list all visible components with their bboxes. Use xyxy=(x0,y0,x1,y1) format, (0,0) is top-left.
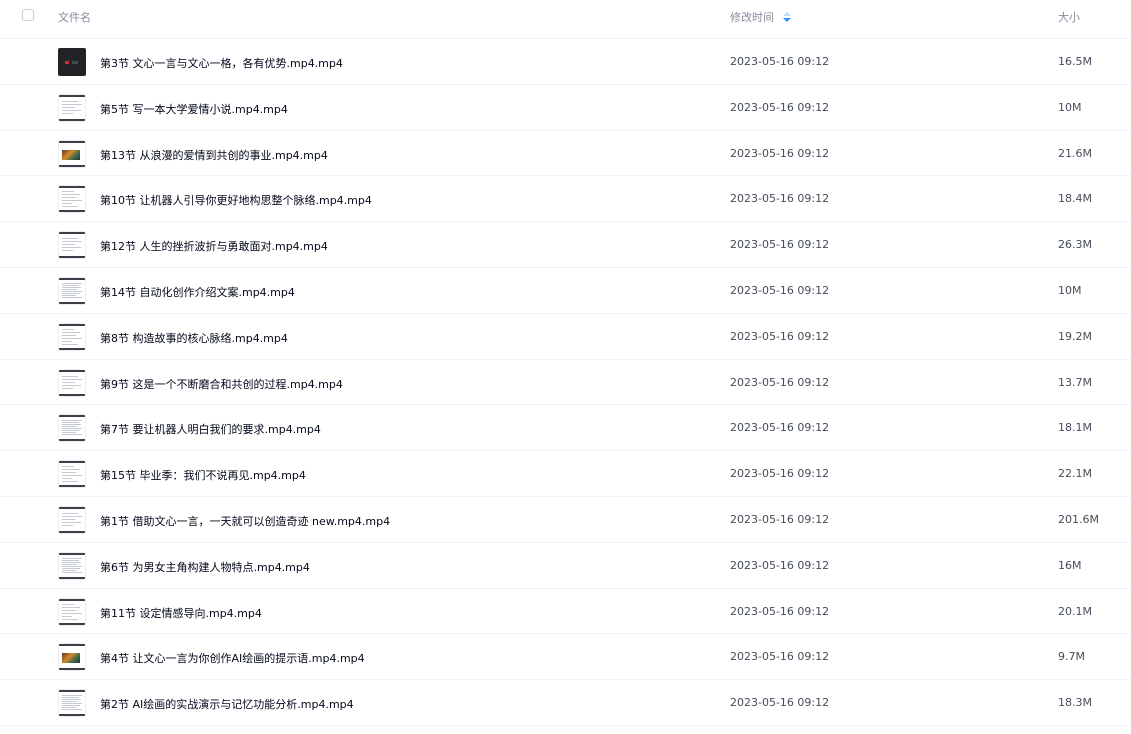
table-row[interactable]: 第10节 让机器人引导你更好地构思整个脉络.mp4.mp4 2023-05-16 … xyxy=(0,176,1131,223)
file-name[interactable]: 第15节 毕业季：我们不说再见.mp4.mp4 xyxy=(100,467,306,483)
file-modified-time: 2023-05-16 09:12 xyxy=(730,512,830,526)
file-name[interactable]: 第12节 人生的挫折波折与勇敢面对.mp4.mp4 xyxy=(100,238,328,254)
file-modified-time: 2023-05-16 09:12 xyxy=(730,558,830,572)
file-name[interactable]: 第9节 这是一个不断磨合和共创的过程.mp4.mp4 xyxy=(100,376,343,392)
file-name[interactable]: 第11节 设定情感导向.mp4.mp4 xyxy=(100,605,262,621)
file-size: 26.3M xyxy=(1058,238,1092,252)
file-table: 文件名 修改时间 大小 第3节 文心一言与文心一格，各有优势.mp4.mp4 20… xyxy=(0,0,1131,734)
table-row[interactable]: 第11节 设定情感导向.mp4.mp4 2023-05-16 09:12 20.1M xyxy=(0,589,1131,635)
file-modified-time: 2023-05-16 09:12 xyxy=(730,55,830,68)
file-size: 21.6M xyxy=(1058,146,1092,160)
table-row[interactable]: 第12节 人生的挫折波折与勇敢面对.mp4.mp4 2023-05-16 09:1… xyxy=(0,222,1131,268)
file-size: 16M xyxy=(1058,558,1082,572)
file-size: 9.7M xyxy=(1058,650,1085,664)
file-modified-time: 2023-05-16 09:12 xyxy=(730,421,830,435)
video-thumbnail-icon[interactable] xyxy=(58,368,86,397)
file-name[interactable]: 第6节 为男女主角构建人物特点.mp4.mp4 xyxy=(100,559,310,575)
video-thumbnail-icon[interactable] xyxy=(58,139,86,168)
file-name[interactable]: 第14节 自动化创作介绍文案.mp4.mp4 xyxy=(100,284,295,300)
file-size: 22.1M xyxy=(1058,467,1092,481)
file-modified-time: 2023-05-16 09:12 xyxy=(730,192,830,206)
video-thumbnail-icon[interactable] xyxy=(58,185,86,214)
table-row[interactable]: 第8节 构造故事的核心脉络.mp4.mp4 2023-05-16 09:12 19.… xyxy=(0,314,1131,360)
file-name[interactable]: 第5节 写一本大学爱情小说.mp4.mp4 xyxy=(100,101,288,117)
file-modified-time: 2023-05-16 09:12 xyxy=(730,238,830,252)
file-modified-time: 2023-05-16 09:12 xyxy=(730,375,830,389)
video-thumbnail-icon[interactable] xyxy=(58,322,86,351)
table-row[interactable]: 第13节 从浪漫的爱情到共创的事业.mp4.mp4 2023-05-16 09:1… xyxy=(0,131,1131,177)
table-row[interactable]: 第7节 要让机器人明白我们的要求.mp4.mp4 2023-05-16 09:12… xyxy=(0,405,1131,452)
file-name[interactable]: 第2节 AI绘画的实战演示与记忆功能分析.mp4.mp4 xyxy=(100,696,354,712)
column-header-size[interactable]: 大小 xyxy=(1058,9,1080,25)
column-header-time[interactable]: 修改时间 xyxy=(730,9,791,25)
file-list: 第3节 文心一言与文心一格，各有优势.mp4.mp4 2023-05-16 09:… xyxy=(0,39,1131,726)
column-header-name[interactable]: 文件名 xyxy=(58,9,91,25)
column-header-time-label: 修改时间 xyxy=(730,11,774,24)
file-modified-time: 2023-05-16 09:12 xyxy=(730,100,830,114)
table-row[interactable]: 第9节 这是一个不断磨合和共创的过程.mp4.mp4 2023-05-16 09:… xyxy=(0,360,1131,406)
file-size: 10M xyxy=(1058,283,1082,297)
file-size: 18.1M xyxy=(1058,421,1092,435)
file-size: 16.5M xyxy=(1058,55,1092,68)
video-thumbnail-icon[interactable] xyxy=(58,551,86,580)
file-modified-time: 2023-05-16 09:12 xyxy=(730,146,830,160)
file-modified-time: 2023-05-16 09:12 xyxy=(730,650,830,664)
sort-desc-icon[interactable] xyxy=(783,11,791,23)
table-row[interactable]: 第2节 AI绘画的实战演示与记忆功能分析.mp4.mp4 2023-05-16 0… xyxy=(0,680,1131,726)
video-thumbnail-icon[interactable] xyxy=(58,505,86,534)
file-name[interactable]: 第3节 文心一言与文心一格，各有优势.mp4.mp4 xyxy=(100,55,343,71)
video-thumbnail-icon[interactable] xyxy=(58,48,86,76)
file-modified-time: 2023-05-16 09:12 xyxy=(730,696,830,710)
video-thumbnail-icon[interactable] xyxy=(58,276,86,305)
video-thumbnail-icon[interactable] xyxy=(58,414,86,443)
table-row[interactable]: 第15节 毕业季：我们不说再见.mp4.mp4 2023-05-16 09:12 2… xyxy=(0,451,1131,497)
file-name[interactable]: 第4节 让文心一言为你创作AI绘画的提示语.mp4.mp4 xyxy=(100,650,365,666)
table-row[interactable]: 第14节 自动化创作介绍文案.mp4.mp4 2023-05-16 09:12 10… xyxy=(0,268,1131,314)
select-all-checkbox[interactable] xyxy=(22,9,34,21)
file-modified-time: 2023-05-16 09:12 xyxy=(730,467,830,481)
video-thumbnail-icon[interactable] xyxy=(58,93,86,122)
file-modified-time: 2023-05-16 09:12 xyxy=(730,604,830,618)
file-name[interactable]: 第1节 借助文心一言，一天就可以创造奇迹 new.mp4.mp4 xyxy=(100,513,390,529)
video-thumbnail-icon[interactable] xyxy=(58,689,86,718)
table-row[interactable]: 第4节 让文心一言为你创作AI绘画的提示语.mp4.mp4 2023-05-16 … xyxy=(0,634,1131,681)
video-thumbnail-icon[interactable] xyxy=(58,597,86,626)
file-modified-time: 2023-05-16 09:12 xyxy=(730,329,830,343)
table-row[interactable]: 第1节 借助文心一言，一天就可以创造奇迹 new.mp4.mp4 2023-05-… xyxy=(0,497,1131,543)
video-thumbnail-icon[interactable] xyxy=(58,643,86,672)
file-name[interactable]: 第10节 让机器人引导你更好地构思整个脉络.mp4.mp4 xyxy=(100,192,372,208)
file-modified-time: 2023-05-16 09:12 xyxy=(730,283,830,297)
file-name[interactable]: 第13节 从浪漫的爱情到共创的事业.mp4.mp4 xyxy=(100,147,328,163)
file-name[interactable]: 第8节 构造故事的核心脉络.mp4.mp4 xyxy=(100,330,288,346)
file-name[interactable]: 第7节 要让机器人明白我们的要求.mp4.mp4 xyxy=(100,421,321,437)
table-row[interactable]: 第6节 为男女主角构建人物特点.mp4.mp4 2023-05-16 09:12 1… xyxy=(0,543,1131,589)
video-thumbnail-icon[interactable] xyxy=(58,460,86,489)
file-size: 201.6M xyxy=(1058,512,1099,526)
file-size: 20.1M xyxy=(1058,604,1092,618)
table-row[interactable]: 第5节 写一本大学爱情小说.mp4.mp4 2023-05-16 09:12 10M xyxy=(0,85,1131,131)
table-header: 文件名 修改时间 大小 xyxy=(0,0,1131,39)
file-size: 19.2M xyxy=(1058,329,1092,343)
file-size: 18.4M xyxy=(1058,192,1092,206)
video-thumbnail-icon[interactable] xyxy=(58,231,86,260)
file-size: 18.3M xyxy=(1058,696,1092,710)
table-row[interactable]: 第3节 文心一言与文心一格，各有优势.mp4.mp4 2023-05-16 09:… xyxy=(0,39,1131,85)
file-size: 10M xyxy=(1058,100,1082,114)
file-size: 13.7M xyxy=(1058,375,1092,389)
